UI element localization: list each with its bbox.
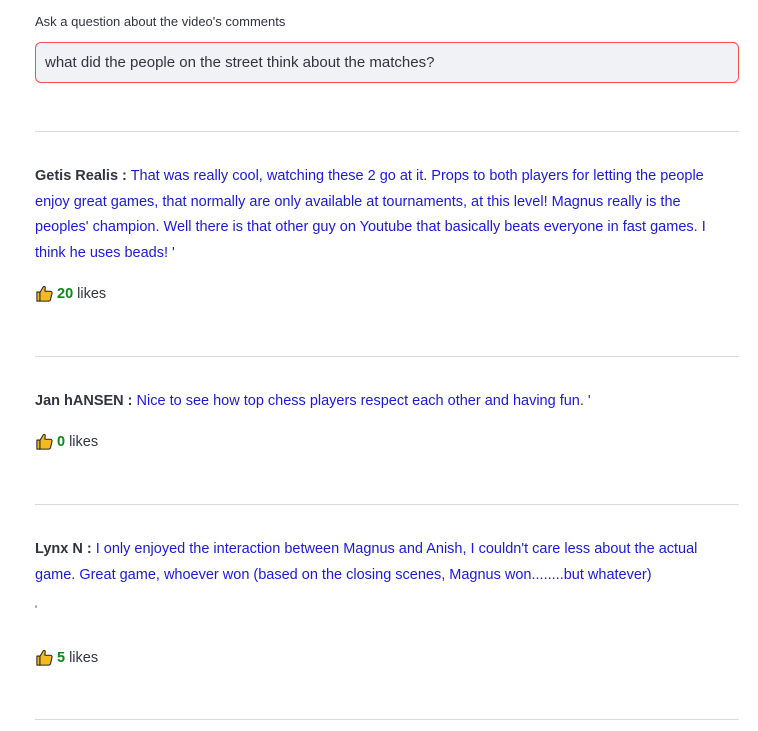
likes-label: likes — [77, 285, 107, 302]
question-label: Ask a question about the video's comment… — [35, 14, 286, 29]
likes-count: 20 — [57, 285, 74, 302]
comment-separator: : — [122, 168, 127, 184]
comment: Jan hANSEN : Nice to see how top chess p… — [35, 389, 735, 415]
likes-count: 5 — [57, 649, 66, 666]
comment-separator: : — [127, 393, 133, 409]
comment: Getis Realis : That was really cool, wat… — [35, 164, 735, 267]
comment-likes: 5 likes — [35, 648, 98, 667]
likes-label: likes — [69, 433, 99, 450]
likes-label: likes — [69, 649, 99, 666]
divider — [35, 356, 739, 357]
comment-likes: 0 likes — [35, 432, 98, 451]
comment: Lynx N : I only enjoyed the interaction … — [35, 537, 735, 588]
divider — [35, 131, 739, 132]
comment-likes: 20 likes — [35, 284, 106, 303]
thumbs-up-icon — [36, 285, 53, 302]
comment-author: Jan hANSEN — [35, 393, 124, 409]
likes-count: 0 — [57, 433, 66, 450]
divider — [35, 719, 739, 720]
comment-separator: : — [86, 541, 92, 557]
comment-trailing-mark: ' — [35, 604, 38, 616]
comment-text: I only enjoyed the interaction between M… — [35, 541, 698, 583]
comment-text: Nice to see how top chess players respec… — [136, 393, 591, 409]
comment-author: Lynx N — [35, 541, 83, 557]
thumbs-up-icon — [36, 433, 53, 450]
question-input[interactable] — [35, 42, 739, 83]
divider — [35, 504, 739, 505]
thumbs-up-icon — [36, 649, 53, 666]
comment-author: Getis Realis — [35, 168, 119, 184]
comment-text: That was really cool, watching these 2 g… — [35, 168, 706, 262]
